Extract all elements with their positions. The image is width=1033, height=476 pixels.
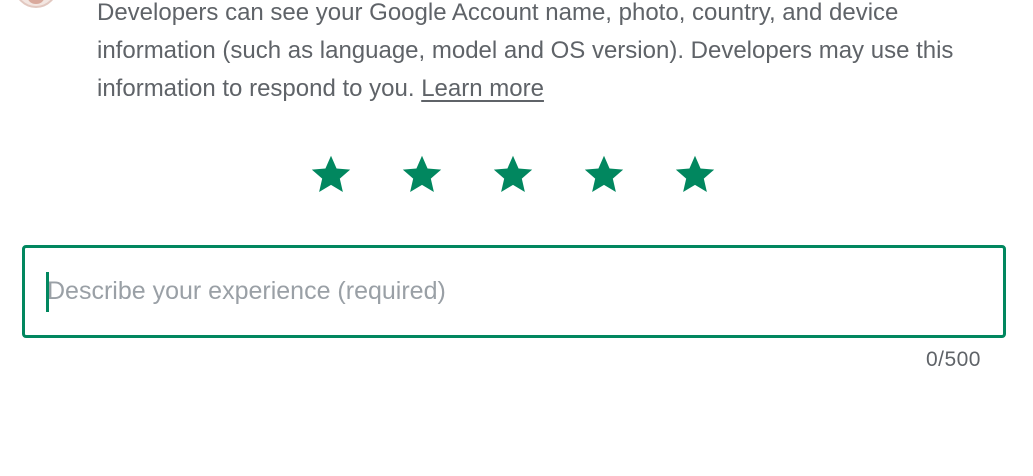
star-4-icon[interactable] — [581, 151, 627, 197]
star-1-icon[interactable] — [308, 151, 354, 197]
review-field[interactable] — [22, 245, 1006, 338]
star-3-icon[interactable] — [490, 151, 536, 197]
star-5-icon[interactable] — [672, 151, 718, 197]
developer-disclosure: Developers can see your Google Account n… — [97, 0, 997, 108]
character-counter: 0/500 — [925, 348, 981, 371]
avatar — [14, 0, 58, 8]
review-input[interactable] — [47, 248, 987, 335]
star-2-icon[interactable] — [399, 151, 445, 197]
learn-more-link[interactable]: Learn more — [421, 75, 544, 102]
star-rating — [308, 150, 718, 198]
